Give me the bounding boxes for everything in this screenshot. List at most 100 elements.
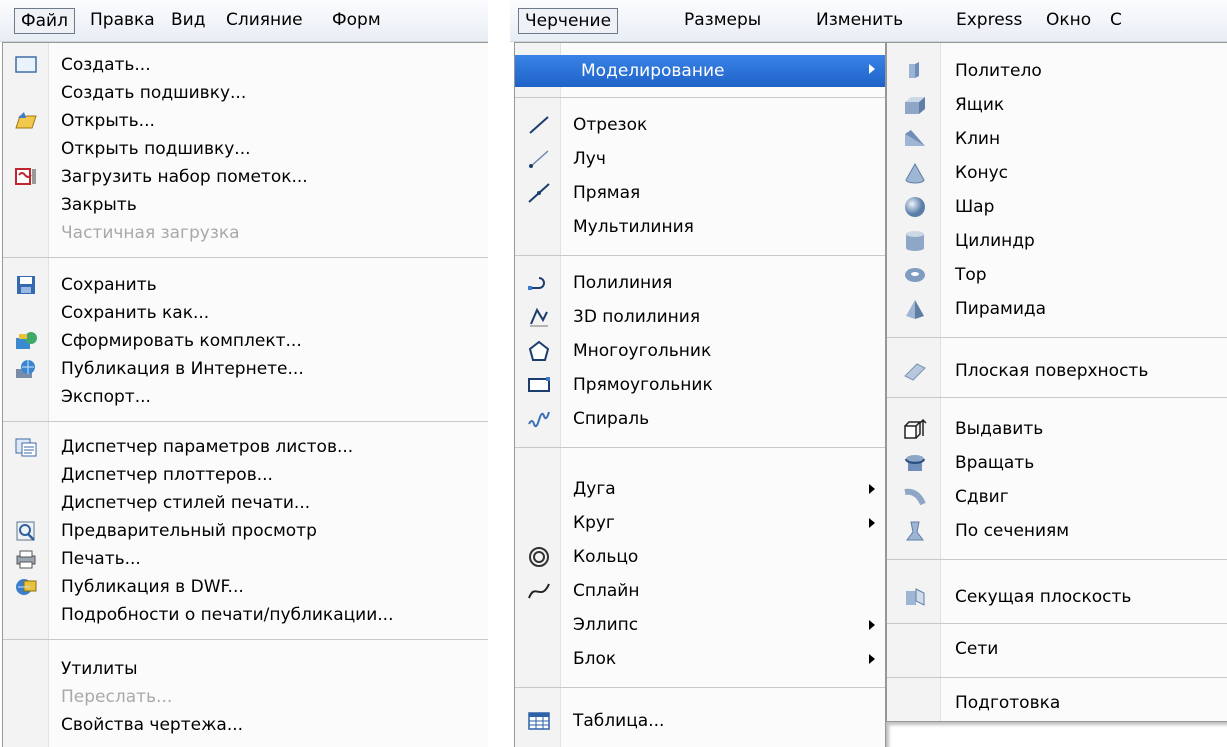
page-setup-icon: [14, 436, 38, 458]
menu-item-plotter-manager[interactable]: Диспетчер плоттеров...: [3, 461, 488, 489]
donut-icon: [527, 546, 551, 568]
polygon-icon: [527, 340, 551, 362]
submenu-item-meshes[interactable]: Сети: [887, 635, 1227, 663]
submenu-arrow-icon: [869, 620, 875, 630]
section-plane-icon: [903, 586, 927, 608]
menu-more[interactable]: С: [1104, 8, 1128, 34]
pyramid-icon: [903, 298, 927, 320]
menu-item-line[interactable]: Отрезок: [515, 111, 885, 139]
menu-item-multiline[interactable]: Мультилиния: [515, 213, 885, 241]
menu-item-close[interactable]: Закрыть: [3, 191, 488, 219]
menu-item-publish-dwf[interactable]: Публикация в DWF...: [3, 573, 488, 601]
modeling-submenu: Политело Ящик Клин Конус Шар Цилиндр Тор: [886, 42, 1227, 722]
menu-item-block[interactable]: Блок: [515, 645, 885, 673]
line-icon: [527, 114, 551, 136]
menu-item-save[interactable]: Сохранить: [3, 271, 488, 299]
menu-item-ellipse[interactable]: Эллипс: [515, 611, 885, 639]
planar-surface-icon: [903, 360, 927, 382]
spline-icon: [527, 580, 551, 602]
menu-dimension[interactable]: Размеры: [678, 8, 767, 34]
menu-edit[interactable]: Правка: [84, 8, 161, 34]
menu-item-export[interactable]: Экспорт...: [3, 383, 488, 411]
separator: [887, 337, 1227, 338]
submenu-item-cylinder[interactable]: Цилиндр: [887, 227, 1227, 255]
publish-dwf-icon: [14, 576, 38, 598]
menu-item-arc[interactable]: Дуга: [515, 475, 885, 503]
menu-file[interactable]: Файл: [14, 8, 75, 34]
publish-web-icon: [14, 358, 38, 380]
menu-modify[interactable]: Изменить: [810, 8, 909, 34]
right-menubar: Черчение Размеры Изменить Express Окно С: [510, 0, 1227, 42]
separator: [3, 421, 488, 422]
draw-menu-panel: Черчение Размеры Изменить Express Окно С…: [510, 0, 1227, 747]
submenu-item-revolve[interactable]: Вращать: [887, 449, 1227, 477]
polyline-icon: [527, 272, 551, 294]
menu-format[interactable]: Форм: [326, 8, 387, 34]
submenu-item-box[interactable]: Ящик: [887, 91, 1227, 119]
menu-item-new[interactable]: Создать...: [3, 51, 488, 79]
submenu-item-wedge[interactable]: Клин: [887, 125, 1227, 153]
polysolid-icon: [903, 60, 927, 82]
menu-item-polyline[interactable]: Полилиния: [515, 269, 885, 297]
print-icon: [14, 548, 38, 570]
menu-express[interactable]: Express: [950, 8, 1028, 34]
menu-item-open-sheetset[interactable]: Открыть подшивку...: [3, 135, 488, 163]
menu-item-3d-polyline[interactable]: 3D полилиния: [515, 303, 885, 331]
menu-draw[interactable]: Черчение: [518, 8, 619, 34]
submenu-item-pyramid[interactable]: Пирамида: [887, 295, 1227, 323]
menu-item-plot-details[interactable]: Подробности о печати/публикации...: [3, 601, 488, 629]
new-document-icon: [14, 54, 38, 76]
separator: [887, 397, 1227, 398]
submenu-item-sphere[interactable]: Шар: [887, 193, 1227, 221]
torus-icon: [903, 264, 927, 286]
submenu-item-polysolid[interactable]: Политело: [887, 57, 1227, 85]
xline-icon: [527, 182, 551, 204]
submenu-item-planar-surface[interactable]: Плоская поверхность: [887, 357, 1227, 385]
menu-item-open[interactable]: Открыть...: [3, 107, 488, 135]
menu-item-polygon[interactable]: Многоугольник: [515, 337, 885, 365]
menu-item-new-sheetset[interactable]: Создать подшивку...: [3, 79, 488, 107]
menu-item-modeling[interactable]: Моделирование: [515, 55, 885, 87]
menu-item-plot-style-manager[interactable]: Диспетчер стилей печати...: [3, 489, 488, 517]
menu-item-utilities[interactable]: Утилиты: [3, 655, 488, 683]
menu-item-etransmit[interactable]: Сформировать комплект...: [3, 327, 488, 355]
box-icon: [903, 94, 927, 116]
submenu-arrow-icon: [869, 518, 875, 528]
menu-merge[interactable]: Слияние: [220, 8, 309, 34]
submenu-arrow-icon: [869, 654, 875, 664]
cylinder-icon: [903, 230, 927, 252]
3d-polyline-icon: [527, 306, 551, 328]
menu-item-rectangle[interactable]: Прямоугольник: [515, 371, 885, 399]
menu-item-plot-preview[interactable]: Предварительный просмотр: [3, 517, 488, 545]
separator: [515, 97, 885, 98]
menu-item-page-setup-manager[interactable]: Диспетчер параметров листов...: [3, 433, 488, 461]
submenu-arrow-icon: [869, 64, 875, 74]
menu-view[interactable]: Вид: [165, 8, 211, 34]
sweep-icon: [903, 486, 927, 508]
cone-icon: [903, 162, 927, 184]
separator: [887, 677, 1227, 678]
submenu-item-torus[interactable]: Тор: [887, 261, 1227, 289]
submenu-item-section-plane[interactable]: Секущая плоскость: [887, 583, 1227, 611]
menu-item-plot[interactable]: Печать...: [3, 545, 488, 573]
left-menubar: Файл Правка Вид Слияние Форм: [0, 0, 488, 42]
rectangle-icon: [527, 374, 551, 396]
menu-window[interactable]: Окно: [1040, 8, 1097, 34]
menu-item-publish-web[interactable]: Публикация в Интернете...: [3, 355, 488, 383]
menu-item-save-as[interactable]: Сохранить как...: [3, 299, 488, 327]
menu-item-ray[interactable]: Луч: [515, 145, 885, 173]
open-folder-icon: [14, 110, 38, 132]
submenu-item-extrude[interactable]: Выдавить: [887, 415, 1227, 443]
menu-item-helix[interactable]: Спираль: [515, 405, 885, 433]
menu-item-drawing-properties[interactable]: Свойства чертежа...: [3, 711, 488, 739]
submenu-item-setup[interactable]: Подготовка: [887, 689, 1227, 717]
submenu-item-cone[interactable]: Конус: [887, 159, 1227, 187]
menu-item-table[interactable]: Таблица...: [515, 707, 885, 735]
menu-item-donut[interactable]: Кольцо: [515, 543, 885, 571]
submenu-item-sweep[interactable]: Сдвиг: [887, 483, 1227, 511]
menu-item-load-markup[interactable]: Загрузить набор пометок...: [3, 163, 488, 191]
menu-item-xline[interactable]: Прямая: [515, 179, 885, 207]
submenu-item-loft[interactable]: По сечениям: [887, 517, 1227, 545]
menu-item-spline[interactable]: Сплайн: [515, 577, 885, 605]
menu-item-circle[interactable]: Круг: [515, 509, 885, 537]
